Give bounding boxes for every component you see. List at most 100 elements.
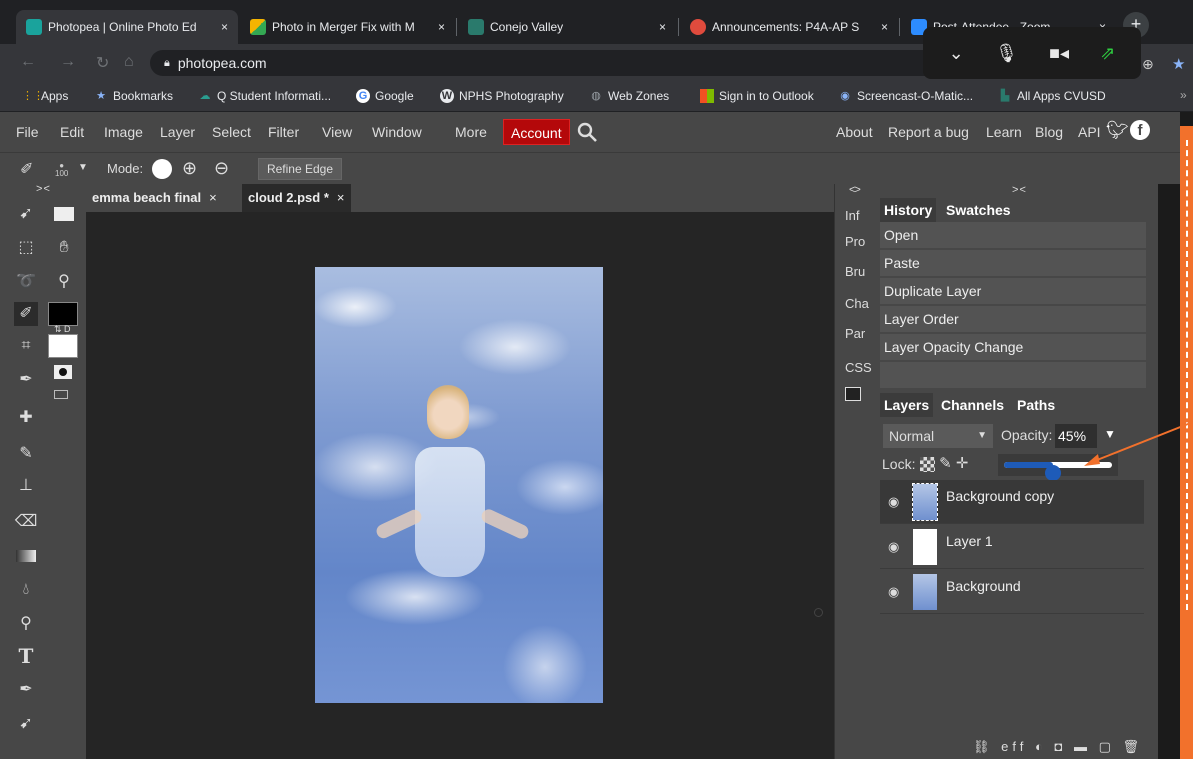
chevron-down-icon[interactable]: ▼ [78, 162, 88, 173]
bookmark-q-student[interactable]: ☁ Q Student Informati... [198, 89, 332, 103]
twitter-icon[interactable]: 🐦︎ [1106, 120, 1129, 141]
path-selection-icon[interactable]: ➹ [14, 712, 38, 736]
menu-image[interactable]: Image [104, 124, 143, 140]
screen-mode-icon[interactable] [54, 390, 68, 399]
tab-layers[interactable]: Layers [880, 393, 934, 417]
browser-tab-photopea[interactable]: Photopea | Online Photo Ed × [16, 10, 238, 44]
crop-tool-icon[interactable]: ⌗ [14, 334, 38, 358]
quick-selection-tool-icon[interactable]: ✐ [20, 159, 33, 179]
forward-icon[interactable]: → [60, 53, 76, 71]
history-item[interactable]: Paste [880, 250, 1146, 277]
browser-tab-photo-merger[interactable]: Photo in Merger Fix with M × [240, 10, 455, 44]
search-icon[interactable] [575, 120, 599, 144]
home-icon[interactable]: ⌂ [124, 53, 134, 71]
eye-visibility-icon[interactable]: ◉ [888, 494, 899, 510]
layer-row[interactable]: ◉ Background copy [880, 480, 1144, 524]
bookmarks-overflow-icon[interactable]: » [1180, 88, 1187, 102]
layer-row[interactable]: ◉ Background [880, 570, 1144, 614]
marquee-tool-icon[interactable]: ⬚ [14, 236, 38, 260]
close-tab-icon[interactable]: × [438, 20, 445, 34]
menu-api[interactable]: API [1078, 124, 1101, 140]
blend-mode-select[interactable]: Normal ▼ [883, 424, 993, 448]
folder-icon[interactable]: ▬ [1074, 739, 1091, 754]
menu-report-bug[interactable]: Report a bug [888, 124, 969, 140]
history-item[interactable]: Duplicate Layer [880, 278, 1146, 305]
layer-row[interactable]: ◉ Layer 1 [880, 525, 1144, 569]
side-collapse-toggle[interactable]: <> [849, 184, 861, 196]
brush-size-preset[interactable]: ● 100 [55, 162, 68, 178]
trash-icon[interactable]: 🗑︎ [1123, 739, 1144, 754]
bookmark-star-icon[interactable]: ★ [1172, 55, 1185, 73]
eye-visibility-icon[interactable]: ◉ [888, 539, 899, 555]
layer-mask-icon[interactable]: ◘ [1054, 739, 1066, 754]
clone-stamp-icon[interactable]: ⊥ [14, 474, 38, 498]
hand-tool-icon[interactable]: ✋︎ [52, 236, 76, 260]
canvas-area[interactable] [86, 212, 834, 759]
menu-filter[interactable]: Filter [268, 124, 299, 140]
pen-tool-icon[interactable]: ✒ [14, 678, 38, 702]
rectangle-shape-icon[interactable] [52, 202, 76, 226]
bookmark-web-zones[interactable]: ◍ Web Zones [589, 89, 669, 103]
close-tab-icon[interactable]: × [659, 20, 666, 34]
menu-more[interactable]: More [455, 124, 487, 140]
browser-tab-conejo-valley[interactable]: Conejo Valley × [458, 10, 676, 44]
menu-about[interactable]: About [836, 124, 873, 140]
menu-edit[interactable]: Edit [60, 124, 84, 140]
zoom-tool-icon[interactable]: ⚲ [52, 270, 76, 294]
side-item-character[interactable]: Cha [845, 296, 869, 311]
toolbox-collapse-toggle[interactable]: > < [36, 183, 50, 195]
bookmark-outlook[interactable]: Sign in to Outlook [700, 89, 814, 103]
account-button[interactable]: Account [503, 119, 570, 145]
foreground-color-swatch[interactable] [48, 302, 78, 326]
side-item-properties[interactable]: Pro [845, 234, 865, 249]
gradient-tool-icon[interactable] [14, 544, 38, 568]
url-input[interactable]: 🔒︎ photopea.com [150, 50, 1030, 76]
close-doc-icon[interactable]: × [209, 190, 217, 205]
new-layer-icon[interactable]: ▢ [1099, 739, 1115, 754]
bookmark-apps[interactable]: ⋮⋮ Apps [22, 89, 68, 103]
lasso-tool-icon[interactable]: ➰ [14, 270, 38, 294]
blur-tool-icon[interactable]: 💧︎ [14, 578, 38, 602]
adjustment-layer-icon[interactable]: ◐ [1035, 739, 1047, 754]
move-tool-icon[interactable]: ➹ [14, 202, 38, 226]
menu-learn[interactable]: Learn [986, 124, 1022, 140]
doc-tab-emma-beach[interactable]: emma beach final × [86, 184, 242, 212]
chevron-down-icon[interactable]: ⌄ [949, 43, 964, 64]
bookmark-screencast[interactable]: ◉ Screencast-O-Matic... [838, 89, 973, 103]
close-doc-icon[interactable]: × [337, 190, 345, 205]
video-icon[interactable]: ■◂ [1049, 43, 1069, 64]
facebook-icon[interactable]: f [1130, 120, 1150, 140]
layer-effects-icon[interactable]: eff [1001, 739, 1027, 754]
history-item[interactable]: Layer Order [880, 306, 1146, 333]
type-tool-icon[interactable]: T [14, 644, 38, 668]
history-item[interactable]: Open [880, 222, 1146, 249]
browser-tab-announcements[interactable]: Announcements: P4A-AP S × [680, 10, 898, 44]
menu-layer[interactable]: Layer [160, 124, 195, 140]
tab-channels[interactable]: Channels [937, 393, 1008, 417]
document-image[interactable] [315, 267, 603, 703]
quick-selection-tool-icon[interactable]: ✐ [14, 302, 38, 326]
bookmark-nphs-photography[interactable]: W NPHS Photography [440, 89, 564, 103]
lock-transparency-icon[interactable] [920, 456, 935, 472]
eyedropper-tool-icon[interactable]: ✒ [14, 368, 38, 392]
add-extension-icon[interactable]: ⊕ [1142, 56, 1154, 73]
menu-window[interactable]: Window [372, 124, 422, 140]
bookmark-all-apps[interactable]: ▙ All Apps CVUSD [998, 89, 1106, 103]
reload-icon[interactable]: ↻ [96, 53, 109, 73]
doc-tab-cloud-2[interactable]: cloud 2.psd * × [242, 184, 351, 212]
image-icon[interactable] [845, 387, 861, 401]
slider-handle[interactable] [1044, 465, 1061, 481]
tab-swatches[interactable]: Swatches [942, 198, 1015, 222]
close-tab-icon[interactable]: × [221, 20, 228, 34]
menu-view[interactable]: View [322, 124, 352, 140]
back-icon[interactable]: ← [20, 53, 36, 71]
lock-move-icon[interactable]: ✛ [956, 455, 969, 472]
tab-history[interactable]: History [880, 198, 937, 222]
default-colors-icon[interactable]: ⇅ D [54, 324, 71, 335]
close-tab-icon[interactable]: × [881, 20, 888, 34]
quick-mask-icon[interactable] [54, 365, 72, 379]
healing-brush-icon[interactable]: ✚ [14, 406, 38, 430]
dodge-tool-icon[interactable]: ⚲ [14, 612, 38, 636]
subtract-from-selection-icon[interactable]: ⊖ [214, 158, 229, 179]
tab-paths[interactable]: Paths [1013, 393, 1059, 417]
